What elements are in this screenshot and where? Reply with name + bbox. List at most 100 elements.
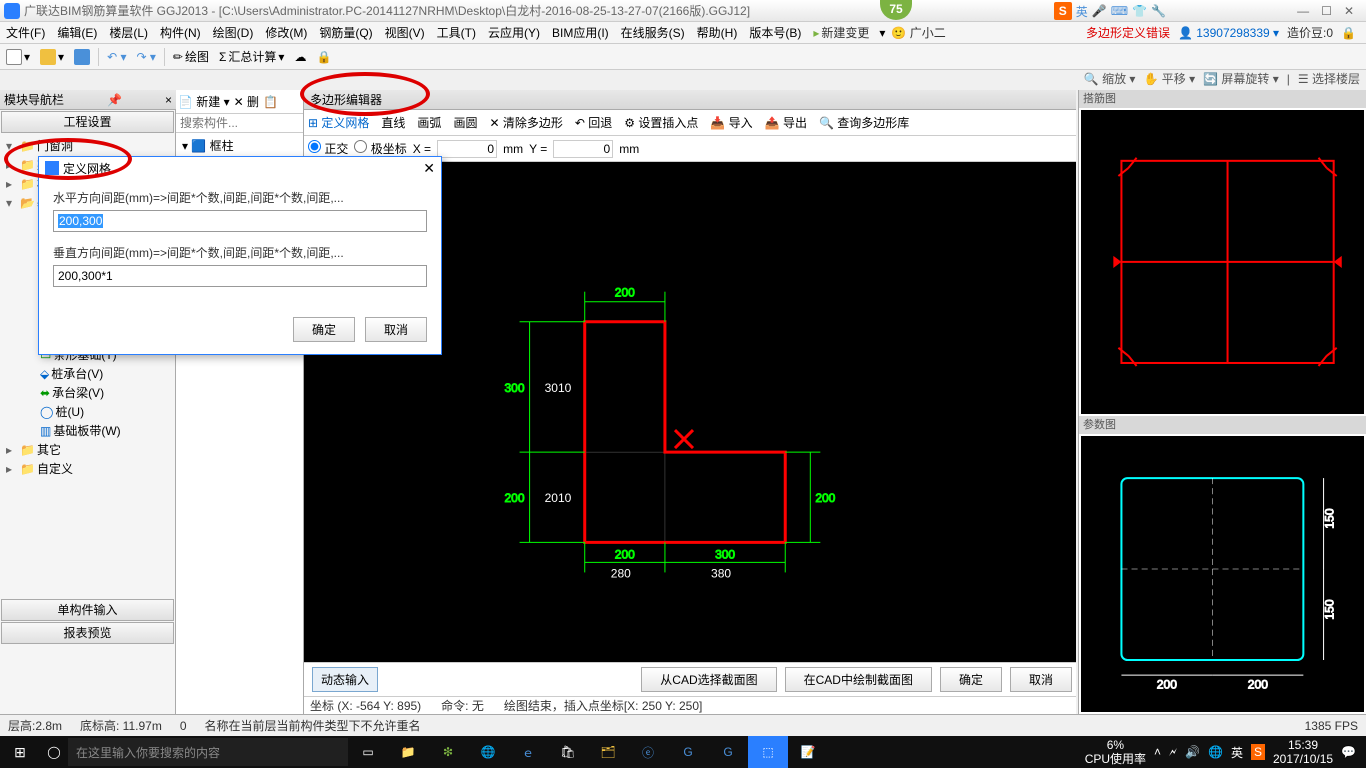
app-explorer-icon[interactable]: 🗂 [588,736,628,768]
app-edge-icon[interactable]: ｅ [508,736,548,768]
lock-button[interactable]: 🔒 [314,48,333,66]
close-button[interactable]: ✕ [1344,4,1354,18]
save-file-button[interactable] [72,47,92,67]
canvas-ok-button[interactable]: 确定 [940,667,1002,692]
ime-keyboard-icon[interactable]: ⌨ [1111,4,1128,18]
cloud-check-button[interactable]: ☁ [292,48,308,66]
menu-version[interactable]: 版本号(B) [743,24,807,41]
ime-skin-icon[interactable]: 👕 [1132,4,1147,18]
taskbar-search[interactable]: 在这里输入你要搜索的内容 [68,738,348,766]
sogou-icon[interactable]: S [1054,2,1072,20]
new-file-button[interactable]: ▾ [4,47,32,67]
tree-base-strip[interactable]: ▥ 基础板带(W) [4,421,171,440]
vertical-input[interactable]: 200,300*1 [53,265,427,287]
minimize-button[interactable]: — [1297,4,1309,18]
search-component-input[interactable] [176,114,303,133]
mid-delete-button[interactable]: ✕ 删 [234,93,259,110]
tray-ime-icon[interactable]: 英 [1231,744,1243,761]
tree-custom[interactable]: ▸📁自定义 [4,459,171,478]
x-input[interactable] [437,140,497,158]
nav-pin-icon[interactable]: 📌 [107,93,122,107]
export-button[interactable]: 📤 导出 [765,114,807,131]
app-note-icon[interactable]: 📝 [788,736,828,768]
y-input[interactable] [553,140,613,158]
menu-cloud[interactable]: 云应用(Y) [482,24,546,41]
start-button[interactable]: ⊞ [0,744,40,761]
menu-view[interactable]: 视图(V) [379,24,431,41]
task-view-icon[interactable]: ▭ [348,736,388,768]
zoom-button[interactable]: 🔍 缩放 ▾ [1084,70,1136,87]
new-change-button[interactable]: 新建变更 [807,24,875,41]
ime-settings-icon[interactable]: 🔧 [1151,4,1166,18]
menu-draw[interactable]: 绘图(D) [207,24,260,41]
tray-notif-icon[interactable]: 💬 [1341,745,1356,759]
pan-button[interactable]: ✋ 平移 ▾ [1143,70,1195,87]
dialog-ok-button[interactable]: 确定 [293,317,355,342]
report-preview-button[interactable]: 报表预览 [1,622,174,644]
dialog-cancel-button[interactable]: 取消 [365,317,427,342]
undo-button[interactable]: ↶ ▾ [105,48,128,66]
canvas-cancel-button[interactable]: 取消 [1010,667,1072,692]
menu-floor[interactable]: 楼层(L) [103,24,154,41]
app-ie-icon[interactable]: ⓔ [628,736,668,768]
app-g2-icon[interactable]: G [708,736,748,768]
menu-edit[interactable]: 编辑(E) [51,24,103,41]
define-grid-button[interactable]: ⊞ 定义网格 [308,114,369,131]
open-file-button[interactable]: ▾ [38,47,66,67]
tray-net-icon[interactable]: 🌐 [1208,745,1223,759]
maximize-button[interactable]: ☐ [1321,4,1332,18]
menu-bim[interactable]: BIM应用(I) [546,24,615,41]
ime-lang[interactable]: 英 [1076,3,1088,20]
mid-item[interactable]: ▾ 🟦 框柱 [176,133,303,158]
cpu-meter[interactable]: 6% CPU使用率 [1085,738,1146,766]
tray-sogou-icon[interactable]: S [1251,744,1265,760]
cad-draw-button[interactable]: 在CAD中绘制截面图 [785,667,932,692]
menu-online[interactable]: 在线服务(S) [615,24,691,41]
tray-up-icon[interactable]: ˄ [1154,745,1161,759]
tree-pilecap[interactable]: ⬙ 桩承台(V) [4,364,171,383]
tree-pile[interactable]: ◯ 桩(U) [4,402,171,421]
rotate-button[interactable]: 🔄 屏幕旋转 ▾ [1203,70,1279,87]
back-button[interactable]: ↶ 回退 [575,114,612,131]
dialog-close-button[interactable]: ✕ [423,160,435,177]
ime-bar[interactable]: S 英 🎤 ⌨ 👕 🔧 [1054,2,1166,20]
cad-select-button[interactable]: 从CAD选择截面图 [641,667,776,692]
cortana-icon[interactable]: ◯ [40,745,68,759]
mid-new-button[interactable]: 📄 新建 ▾ [178,93,230,110]
lock-icon[interactable]: 🔒 [1341,26,1356,40]
redo-button[interactable]: ↷ ▾ [134,48,157,66]
app-store-icon[interactable]: 🛍 [548,736,588,768]
menu-rebar[interactable]: 钢筋量(Q) [313,24,378,41]
menu-modify[interactable]: 修改(M) [259,24,313,41]
tray-battery-icon[interactable]: 🗲 [1169,745,1177,760]
nav-close-button[interactable]: × [165,93,172,107]
select-floor-button[interactable]: ☰ 选择楼层 [1298,70,1360,87]
menu-tool[interactable]: 工具(T) [431,24,482,41]
circle-button[interactable]: 画圆 [453,114,477,131]
app-g1-icon[interactable]: G [668,736,708,768]
mid-copy-button[interactable]: 📋 [263,95,278,109]
menu-help[interactable]: 帮助(H) [691,24,744,41]
tree-doors[interactable]: ▾📁门窗洞 [4,136,171,155]
app-folder-icon[interactable]: 📁 [388,736,428,768]
tree-capbeam[interactable]: ⬌ 承台梁(V) [4,383,171,402]
app-ggj-icon[interactable]: ⬚ [748,736,788,768]
ortho-radio[interactable]: 正交 [308,140,348,157]
polar-radio[interactable]: 极坐标 [354,140,406,157]
query-lib-button[interactable]: 🔍 查询多边形库 [819,114,909,131]
horizontal-input[interactable]: 200,300 [53,210,427,232]
sum-calc-button[interactable]: Σ 汇总计算 ▾ [217,46,286,67]
menu-component[interactable]: 构件(N) [154,24,207,41]
tree-other[interactable]: ▸📁其它 [4,440,171,459]
clear-poly-button[interactable]: ✕ 清除多边形 [489,114,562,131]
arc-button[interactable]: 画弧 [417,114,441,131]
clock[interactable]: 15:39 2017/10/15 [1273,738,1333,766]
project-settings-button[interactable]: 工程设置 [1,111,174,133]
insert-point-button[interactable]: ⚙ 设置插入点 [624,114,698,131]
draw-button[interactable]: ✏ 绘图 [171,46,211,67]
gxe-button[interactable]: 🙂 广小二 [885,24,951,41]
dynamic-input-button[interactable]: 动态输入 [312,667,378,692]
menu-file[interactable]: 文件(F) [0,24,51,41]
phone-link[interactable]: 👤 13907298339 ▾ [1178,26,1279,40]
single-input-button[interactable]: 单构件输入 [1,599,174,621]
